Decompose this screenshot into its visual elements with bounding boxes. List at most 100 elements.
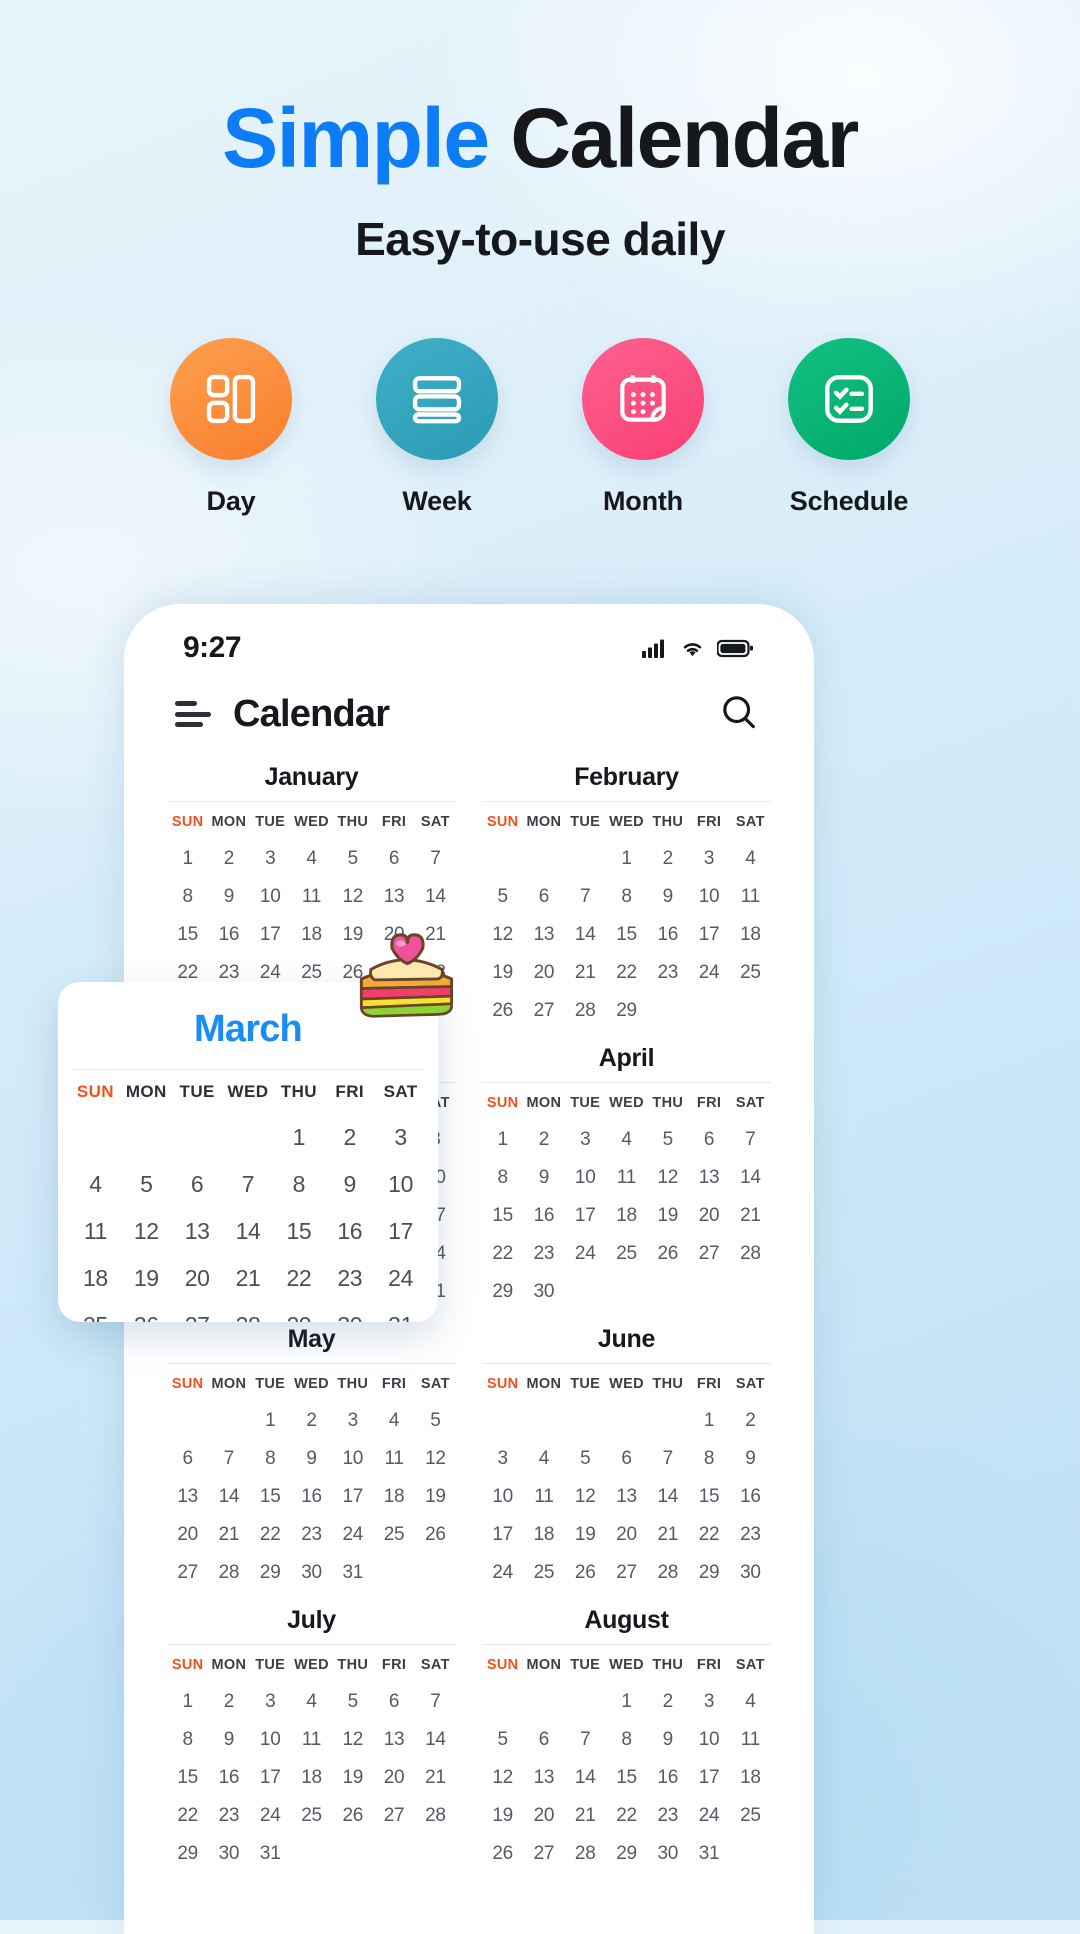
feature-item-week[interactable]: Week (369, 338, 505, 517)
day-cell[interactable]: 11 (373, 1440, 414, 1478)
day-cell[interactable]: 14 (565, 1759, 606, 1797)
day-cell[interactable]: 19 (482, 1797, 523, 1835)
day-cell[interactable]: 19 (482, 954, 523, 992)
day-cell[interactable]: 22 (606, 954, 647, 992)
day-cell[interactable]: 14 (647, 1478, 688, 1516)
day-cell[interactable]: 4 (291, 840, 332, 878)
day-cell[interactable]: 13 (606, 1478, 647, 1516)
day-cell[interactable]: 16 (730, 1478, 771, 1516)
month-calendar[interactable]: July SUN MON TUE WED THU FRI SAT 1 2 3 4 5 6 7 8 9 10 11 12… (163, 1606, 460, 1873)
day-cell[interactable]: 27 (523, 1835, 564, 1873)
day-cell[interactable]: 23 (523, 1235, 564, 1273)
day-cell[interactable]: 10 (250, 878, 291, 916)
day-cell[interactable]: 25 (606, 1235, 647, 1273)
day-cell[interactable]: 21 (565, 1797, 606, 1835)
day-cell[interactable]: 30 (647, 1835, 688, 1873)
day-cell[interactable]: 28 (415, 1797, 456, 1835)
day-cell[interactable]: 3 (688, 840, 729, 878)
day-cell[interactable]: 4 (730, 1683, 771, 1721)
day-cell[interactable]: 16 (208, 916, 249, 954)
day-cell[interactable]: 4 (730, 840, 771, 878)
day-cell[interactable]: 4 (606, 1121, 647, 1159)
day-cell[interactable]: 18 (291, 1759, 332, 1797)
day-cell[interactable]: 21 (647, 1516, 688, 1554)
day-cell[interactable]: 16 (647, 916, 688, 954)
day-cell[interactable]: 7 (647, 1440, 688, 1478)
day-cell[interactable]: 5 (415, 1402, 456, 1440)
march-day-cell[interactable]: 22 (273, 1255, 324, 1302)
day-cell[interactable]: 7 (415, 840, 456, 878)
day-cell[interactable]: 18 (606, 1197, 647, 1235)
march-day-cell[interactable]: 15 (273, 1208, 324, 1255)
day-cell[interactable]: 23 (647, 1797, 688, 1835)
day-cell[interactable]: 26 (482, 992, 523, 1030)
day-cell[interactable]: 5 (482, 878, 523, 916)
day-cell[interactable]: 12 (415, 1440, 456, 1478)
day-cell[interactable]: 3 (482, 1440, 523, 1478)
day-cell[interactable]: 2 (291, 1402, 332, 1440)
day-cell[interactable]: 27 (606, 1554, 647, 1592)
day-cell[interactable]: 16 (523, 1197, 564, 1235)
day-cell[interactable]: 1 (250, 1402, 291, 1440)
day-cell[interactable]: 27 (167, 1554, 208, 1592)
day-cell[interactable]: 25 (523, 1554, 564, 1592)
day-cell[interactable]: 2 (647, 1683, 688, 1721)
day-cell[interactable]: 17 (565, 1197, 606, 1235)
day-cell[interactable]: 7 (730, 1121, 771, 1159)
day-cell[interactable]: 1 (606, 840, 647, 878)
day-cell[interactable]: 3 (565, 1121, 606, 1159)
day-cell[interactable]: 17 (482, 1516, 523, 1554)
day-cell[interactable]: 15 (688, 1478, 729, 1516)
day-cell[interactable]: 6 (373, 840, 414, 878)
day-cell[interactable]: 22 (606, 1797, 647, 1835)
day-cell[interactable]: 10 (688, 1721, 729, 1759)
day-cell[interactable]: 29 (482, 1273, 523, 1311)
day-cell[interactable]: 8 (606, 878, 647, 916)
day-cell[interactable]: 17 (688, 1759, 729, 1797)
day-cell[interactable]: 12 (482, 1759, 523, 1797)
day-cell[interactable]: 10 (688, 878, 729, 916)
feature-item-day[interactable]: Day (163, 338, 299, 517)
day-cell[interactable]: 28 (565, 1835, 606, 1873)
day-cell[interactable]: 9 (523, 1159, 564, 1197)
day-cell[interactable]: 1 (167, 840, 208, 878)
day-cell[interactable]: 22 (167, 1797, 208, 1835)
day-cell[interactable]: 26 (565, 1554, 606, 1592)
day-cell[interactable]: 16 (291, 1478, 332, 1516)
march-day-cell[interactable]: 13 (172, 1208, 223, 1255)
day-cell[interactable]: 4 (291, 1683, 332, 1721)
day-cell[interactable]: 9 (291, 1440, 332, 1478)
march-day-cell[interactable]: 12 (121, 1208, 172, 1255)
day-cell[interactable]: 6 (373, 1683, 414, 1721)
day-cell[interactable]: 18 (373, 1478, 414, 1516)
day-cell[interactable]: 25 (730, 1797, 771, 1835)
day-cell[interactable]: 27 (373, 1797, 414, 1835)
march-day-cell[interactable]: 14 (223, 1208, 274, 1255)
day-cell[interactable]: 8 (167, 878, 208, 916)
day-cell[interactable]: 30 (291, 1554, 332, 1592)
day-cell[interactable]: 9 (208, 878, 249, 916)
day-cell[interactable]: 12 (482, 916, 523, 954)
day-cell[interactable]: 18 (730, 1759, 771, 1797)
day-cell[interactable]: 11 (523, 1478, 564, 1516)
day-cell[interactable]: 14 (730, 1159, 771, 1197)
march-day-cell[interactable]: 21 (223, 1255, 274, 1302)
day-cell[interactable]: 18 (730, 916, 771, 954)
day-cell[interactable]: 22 (688, 1516, 729, 1554)
march-day-cell[interactable]: 31 (375, 1302, 426, 1322)
march-day-cell[interactable]: 17 (375, 1208, 426, 1255)
day-cell[interactable]: 21 (565, 954, 606, 992)
march-day-cell[interactable]: 24 (375, 1255, 426, 1302)
month-calendar[interactable]: June SUN MON TUE WED THU FRI SAT 1 2 3 4 5 6 7 8 9 10 11 1… (478, 1325, 775, 1592)
day-cell[interactable]: 14 (415, 878, 456, 916)
march-day-cell[interactable]: 2 (324, 1114, 375, 1161)
day-cell[interactable]: 27 (523, 992, 564, 1030)
day-cell[interactable]: 15 (482, 1197, 523, 1235)
day-cell[interactable]: 3 (332, 1402, 373, 1440)
day-cell[interactable]: 13 (373, 878, 414, 916)
day-cell[interactable]: 15 (167, 1759, 208, 1797)
day-cell[interactable]: 21 (730, 1197, 771, 1235)
day-cell[interactable]: 28 (208, 1554, 249, 1592)
march-day-cell[interactable]: 20 (172, 1255, 223, 1302)
week-circle[interactable] (376, 338, 498, 460)
